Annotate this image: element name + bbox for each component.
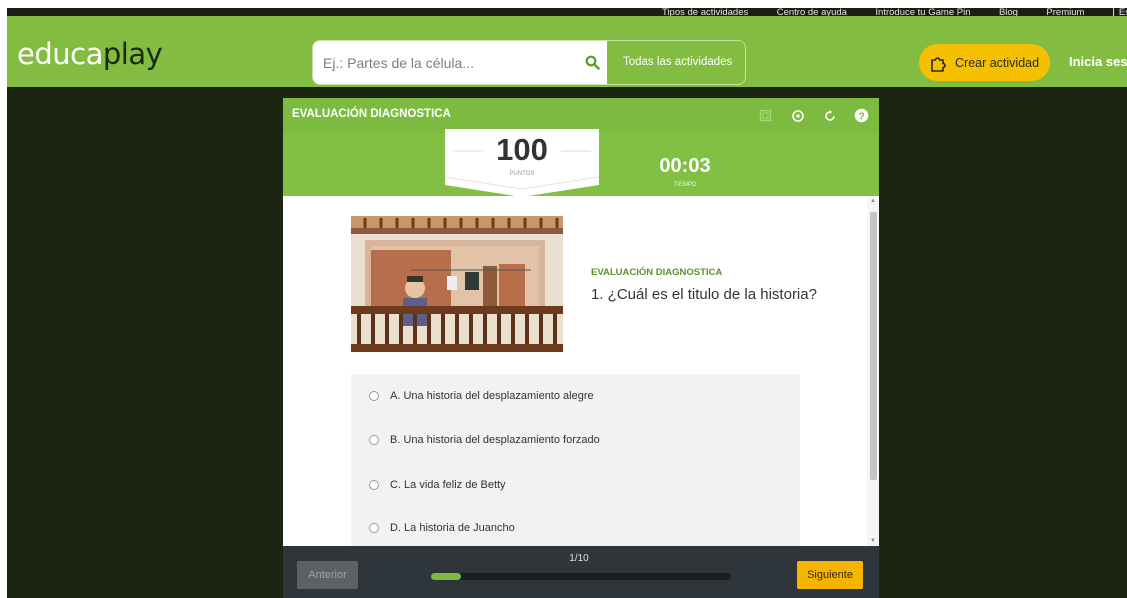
activity-panel: EVALUACIÓN DIAGNOSTICA ? 100 PUNTOS 00:0… <box>283 98 879 598</box>
answer-option-a[interactable]: A. Una historia del desplazamiento alegr… <box>351 374 800 418</box>
help-icon[interactable]: ? <box>852 106 871 125</box>
top-link-game-pin[interactable]: Introduce tu Game Pin <box>875 8 970 16</box>
question-category: EVALUACIÓN DIAGNOSTICA <box>591 267 723 278</box>
question-text: 1. ¿Cuál es el titulo de la historia? <box>591 286 817 303</box>
answer-text: C. La vida feliz de Betty <box>390 479 506 491</box>
fullscreen-icon[interactable] <box>756 106 775 125</box>
question-counter: 1/10 <box>569 553 589 564</box>
all-activities-dropdown[interactable]: Todas las actividades <box>623 41 732 84</box>
progress-fill <box>431 573 461 580</box>
answer-list: A. Una historia del desplazamiento alegr… <box>351 374 800 546</box>
top-link-premium[interactable]: Premium <box>1046 8 1084 16</box>
activity-title: EVALUACIÓN DIAGNOSTICA <box>292 108 451 120</box>
site-header: educaplay Todas las actividades Crear ac… <box>7 16 1127 87</box>
logo-text-sub: play <box>102 37 163 71</box>
create-activity-button[interactable]: Crear actividad <box>919 44 1050 81</box>
answer-option-d[interactable]: D. La historia de Juancho <box>351 506 800 546</box>
puzzle-icon <box>931 56 946 72</box>
scrollbar-thumb[interactable] <box>870 212 877 480</box>
answer-text: B. Una historia del desplazamiento forza… <box>390 434 600 446</box>
content-scrollbar[interactable]: ▲ ▼ <box>867 196 879 546</box>
radio-button[interactable] <box>369 435 379 445</box>
radio-button[interactable] <box>369 480 379 490</box>
progress-bar <box>431 573 731 580</box>
score-card: 100 PUNTOS <box>445 127 599 197</box>
login-link[interactable]: Inicia sesión <box>1069 54 1127 69</box>
svg-text:?: ? <box>858 110 864 122</box>
top-link-help-center[interactable]: Centro de ayuda <box>777 8 847 16</box>
answer-option-c[interactable]: C. La vida feliz de Betty <box>351 463 800 507</box>
search-icon <box>585 55 600 70</box>
top-link-blog[interactable]: Blog <box>999 8 1018 16</box>
language-selector[interactable]: Español <box>1112 8 1127 16</box>
answer-text: D. La historia de Juancho <box>390 522 515 534</box>
scroll-up-icon[interactable]: ▲ <box>867 196 879 206</box>
previous-button[interactable]: Anterior <box>297 561 358 589</box>
score-value: 100 <box>496 132 548 167</box>
answer-option-b[interactable]: B. Una historia del desplazamiento forza… <box>351 418 800 462</box>
question-illustration <box>351 216 563 352</box>
scroll-down-icon[interactable]: ▼ <box>867 536 879 546</box>
restart-icon[interactable] <box>820 106 839 125</box>
create-activity-label: Crear actividad <box>955 55 1040 70</box>
navigation-footer: Anterior 1/10 Siguiente <box>283 546 879 598</box>
logo-text-main: educa <box>17 37 103 71</box>
podium-icon[interactable] <box>788 106 807 125</box>
timer-label: TIEMPO <box>673 182 697 188</box>
activity-toolbar: ? <box>756 106 871 125</box>
question-area: EVALUACIÓN DIAGNOSTICA 1. ¿Cuál es el ti… <box>283 196 879 546</box>
educaplay-logo[interactable]: educaplay <box>17 37 163 71</box>
answer-text: A. Una historia del desplazamiento alegr… <box>390 390 594 402</box>
radio-button[interactable] <box>369 391 379 401</box>
top-link-activity-types[interactable]: Tipos de actividades <box>662 8 748 16</box>
next-button[interactable]: Siguiente <box>797 561 863 589</box>
score-label: PUNTOS <box>509 171 535 177</box>
timer-value: 00:03 <box>659 155 711 177</box>
top-links-bar: Tipos de actividades Centro de ayuda Int… <box>7 8 1127 16</box>
search-bar: Todas las actividades <box>312 40 746 85</box>
search-input[interactable] <box>313 41 577 84</box>
browser-viewport: Tipos de actividades Centro de ayuda Int… <box>7 8 1127 598</box>
search-button[interactable] <box>577 41 607 84</box>
radio-button[interactable] <box>369 523 379 533</box>
